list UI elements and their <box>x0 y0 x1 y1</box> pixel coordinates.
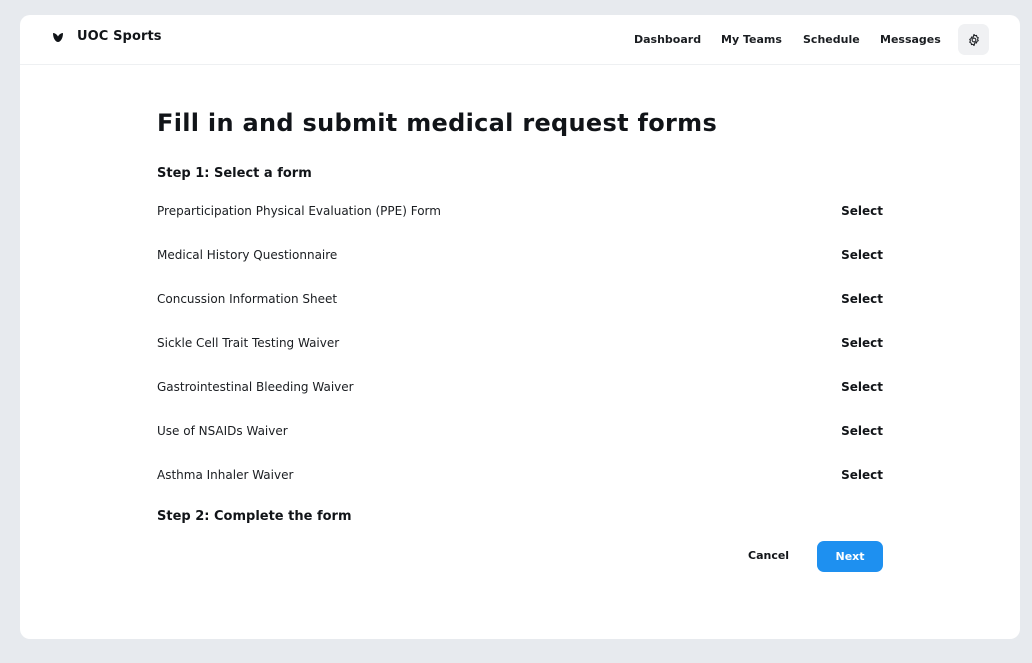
select-button[interactable]: Select <box>841 292 883 306</box>
select-button[interactable]: Select <box>841 204 883 218</box>
brand[interactable]: UOC Sports <box>52 29 162 44</box>
select-button[interactable]: Select <box>841 468 883 482</box>
step-2-heading: Step 2: Complete the form <box>157 509 352 524</box>
top-navigation-bar: UOC Sports Dashboard My Teams Schedule M… <box>20 15 1020 65</box>
select-button[interactable]: Select <box>841 380 883 394</box>
form-row-gi-bleeding: Gastrointestinal Bleeding Waiver Select <box>157 378 883 398</box>
form-row-concussion: Concussion Information Sheet Select <box>157 290 883 310</box>
form-name: Preparticipation Physical Evaluation (PP… <box>157 204 441 218</box>
settings-button[interactable] <box>958 24 989 55</box>
form-name: Sickle Cell Trait Testing Waiver <box>157 336 340 350</box>
form-row-sickle-cell: Sickle Cell Trait Testing Waiver Select <box>157 334 883 354</box>
form-row-ppe: Preparticipation Physical Evaluation (PP… <box>157 202 883 222</box>
form-row-medical-history: Medical History Questionnaire Select <box>157 246 883 266</box>
form-name: Medical History Questionnaire <box>157 248 338 262</box>
form-name: Gastrointestinal Bleeding Waiver <box>157 380 354 394</box>
brand-name: UOC Sports <box>77 29 162 44</box>
select-button[interactable]: Select <box>841 248 883 262</box>
main-card: UOC Sports Dashboard My Teams Schedule M… <box>20 15 1020 639</box>
next-button[interactable]: Next <box>817 541 883 572</box>
form-row-asthma: Asthma Inhaler Waiver Select <box>157 466 883 486</box>
select-button[interactable]: Select <box>841 424 883 438</box>
gear-icon <box>967 33 981 47</box>
leaf-icon <box>52 31 64 43</box>
select-button[interactable]: Select <box>841 336 883 350</box>
nav-messages[interactable]: Messages <box>880 33 941 46</box>
form-name: Concussion Information Sheet <box>157 292 338 306</box>
step-1-heading: Step 1: Select a form <box>157 166 312 181</box>
form-name: Asthma Inhaler Waiver <box>157 468 294 482</box>
nav-dashboard[interactable]: Dashboard <box>634 33 701 46</box>
page-title: Fill in and submit medical request forms <box>157 109 718 137</box>
nav-my-teams[interactable]: My Teams <box>721 33 782 46</box>
form-row-nsaids: Use of NSAIDs Waiver Select <box>157 422 883 442</box>
form-name: Use of NSAIDs Waiver <box>157 424 288 438</box>
nav-schedule[interactable]: Schedule <box>803 33 860 46</box>
cancel-button[interactable]: Cancel <box>748 549 789 562</box>
